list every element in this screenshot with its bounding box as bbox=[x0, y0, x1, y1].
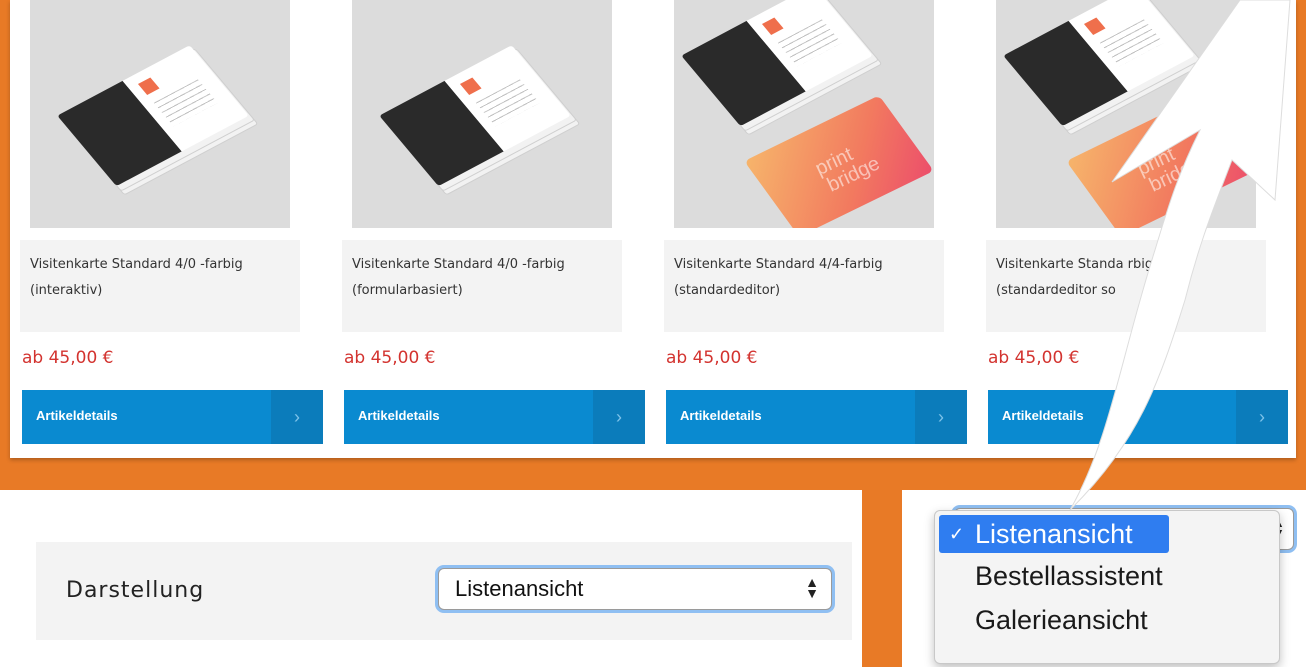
option-listenansicht[interactable]: ✓ Listenansicht bbox=[939, 515, 1169, 553]
checkmark-icon: ✓ bbox=[949, 524, 965, 544]
display-setting-row: Darstellung Listenansicht ▲ ▼ bbox=[36, 542, 852, 640]
option-bestellassistent[interactable]: Bestellassistent bbox=[939, 557, 1169, 595]
product-title-box: Visitenkarte Standard 4/0 -farbig (formu… bbox=[342, 240, 622, 332]
option-label: Galerieansicht bbox=[975, 605, 1148, 635]
product-title-box: Visitenkarte Standard 4/0 -farbig (inter… bbox=[20, 240, 300, 332]
display-select-value: Listenansicht bbox=[455, 576, 584, 601]
article-details-button[interactable]: Artikeldetails › bbox=[988, 390, 1288, 444]
select-arrows-icon: ▲▼ bbox=[805, 574, 819, 601]
orange-card-text: print bridge bbox=[1131, 144, 1208, 196]
product-title[interactable]: Visitenkarte Standard 4/4-farbig (standa… bbox=[674, 252, 936, 304]
button-label: Artikeldetails bbox=[358, 408, 440, 423]
chevron-right-icon: › bbox=[271, 390, 323, 444]
product-price: ab 45,00 € bbox=[988, 348, 1080, 368]
product-card: Visitenkarte Standard 4/0 -farbig (formu… bbox=[332, 0, 645, 444]
product-image[interactable] bbox=[30, 0, 290, 228]
product-image[interactable] bbox=[352, 0, 612, 228]
product-card: Visitenkarte Standard 4/0 -farbig (inter… bbox=[10, 0, 323, 444]
product-title-box: Visitenkarte Standard 4/4-farbig (standa… bbox=[664, 240, 944, 332]
article-details-button[interactable]: Artikeldetails › bbox=[666, 390, 967, 444]
option-galerieansicht[interactable]: Galerieansicht bbox=[939, 601, 1169, 639]
button-label: Artikeldetails bbox=[680, 408, 762, 423]
product-title[interactable]: Visitenkarte Standard 4/0 -farbig (formu… bbox=[352, 252, 614, 304]
display-label: Darstellung bbox=[66, 578, 205, 603]
product-price: ab 45,00 € bbox=[666, 348, 758, 368]
button-label: Artikeldetails bbox=[36, 408, 118, 423]
product-title-box: Visitenkarte Standa rbig (standardeditor… bbox=[986, 240, 1266, 332]
dropdown-panel: ▲▼ ✓ Listenansicht Bestellassistent Gale… bbox=[902, 490, 1306, 667]
product-grid: Visitenkarte Standard 4/0 -farbig (inter… bbox=[10, 0, 1296, 458]
option-label: Bestellassistent bbox=[975, 561, 1163, 591]
article-details-button[interactable]: Artikeldetails › bbox=[344, 390, 645, 444]
product-image[interactable]: print bridge bbox=[674, 0, 934, 228]
product-card: print bridge Visitenkarte Standa rbig (s… bbox=[976, 0, 1288, 444]
orange-card-text: print bridge bbox=[809, 144, 886, 196]
product-title[interactable]: Visitenkarte Standa rbig (standardeditor… bbox=[996, 252, 1258, 304]
product-title[interactable]: Visitenkarte Standard 4/0 -farbig (inter… bbox=[30, 252, 292, 304]
display-select[interactable]: Listenansicht ▲ ▼ bbox=[438, 568, 832, 610]
button-label: Artikeldetails bbox=[1002, 408, 1084, 423]
chevron-right-icon: › bbox=[593, 390, 645, 444]
product-card: print bridge Visitenkarte Standard 4/4-f… bbox=[654, 0, 967, 444]
product-price: ab 45,00 € bbox=[22, 348, 114, 368]
business-card-stack bbox=[57, 45, 259, 196]
article-details-button[interactable]: Artikeldetails › bbox=[22, 390, 323, 444]
option-label: Listenansicht bbox=[975, 519, 1133, 549]
business-card-stack bbox=[379, 45, 581, 196]
product-price: ab 45,00 € bbox=[344, 348, 436, 368]
display-options-menu: ✓ Listenansicht Bestellassistent Galerie… bbox=[934, 510, 1280, 664]
product-image[interactable]: print bridge bbox=[996, 0, 1256, 228]
chevron-right-icon: › bbox=[1236, 390, 1288, 444]
display-settings-panel: Darstellung Listenansicht ▲ ▼ bbox=[0, 490, 862, 667]
chevron-right-icon: › bbox=[915, 390, 967, 444]
